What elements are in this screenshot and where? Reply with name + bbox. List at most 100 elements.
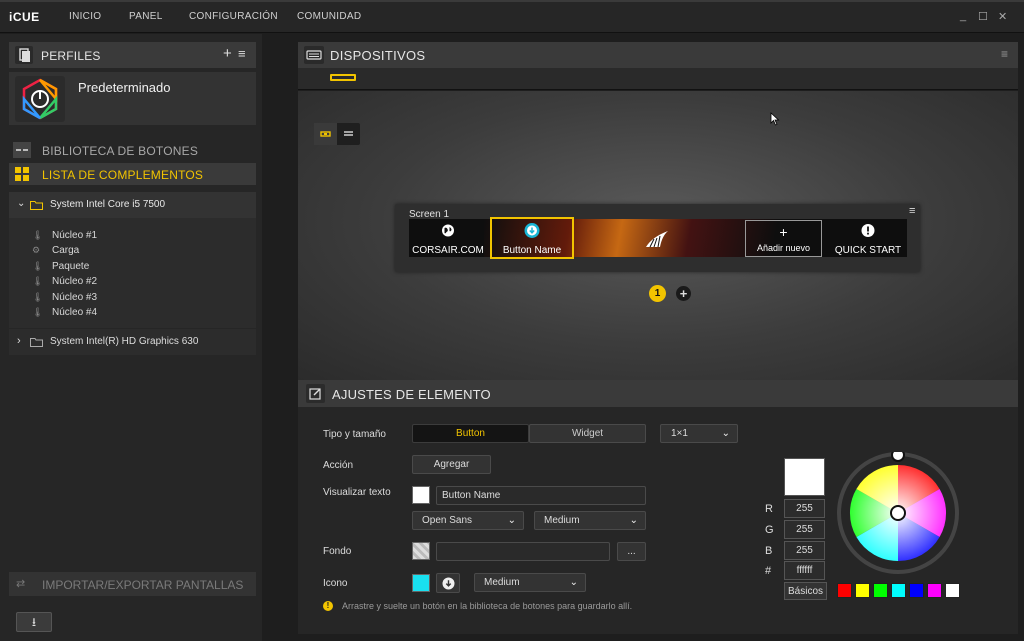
thermometer-icon: 🌡 xyxy=(32,292,44,302)
download-button[interactable]: ⭳ xyxy=(16,612,52,632)
icon-picker-button[interactable] xyxy=(436,573,460,593)
view-device-button[interactable] xyxy=(314,123,337,145)
add-action-button[interactable]: Agregar xyxy=(412,455,491,474)
slot-label: Button Name xyxy=(502,245,562,256)
plus-icon: + xyxy=(779,224,788,240)
corsair-logo-icon xyxy=(644,227,672,252)
screen-menu-icon[interactable]: ≡ xyxy=(909,205,915,217)
title-bar: iCUE INICIO PANEL CONFIGURACIÓN COMUNIDA… xyxy=(0,0,1024,33)
profiles-menu-icon[interactable]: ≡ xyxy=(238,46,246,61)
sensor-item[interactable]: Núcleo #2 xyxy=(52,276,97,287)
info-icon xyxy=(861,224,875,237)
preset-blue[interactable] xyxy=(909,583,924,598)
plugins-label: LISTA DE COMPLEMENTOS xyxy=(42,168,204,182)
profiles-title: PERFILES xyxy=(41,49,101,63)
download-circle-icon xyxy=(524,223,540,238)
device-thumbnail[interactable] xyxy=(330,74,356,81)
background-path-input[interactable] xyxy=(436,542,610,561)
gear-icon: ⚙ xyxy=(32,245,41,255)
g-label: G xyxy=(765,524,774,536)
preset-green[interactable] xyxy=(873,583,888,598)
b-label: B xyxy=(765,545,773,557)
preset-red[interactable] xyxy=(837,583,852,598)
profile-item[interactable]: Predeterminado xyxy=(9,72,256,125)
weight-select[interactable]: Medium ⌄ xyxy=(534,511,646,530)
icue-profile-icon xyxy=(15,76,65,122)
type-size-label: Tipo y tamaño xyxy=(323,429,386,440)
close-icon[interactable]: ✕ xyxy=(998,10,1007,23)
profile-name: Predeterminado xyxy=(78,80,171,95)
chevron-right-icon[interactable]: › xyxy=(17,335,21,347)
tree-group-gpu[interactable]: › System Intel(R) HD Graphics 630 xyxy=(9,329,256,355)
chevron-down-icon: ⌄ xyxy=(569,577,578,588)
view-list-button[interactable] xyxy=(337,123,360,145)
maximize-icon[interactable]: ☐ xyxy=(978,10,988,23)
slot-corsair-com[interactable]: CORSAIR.COM xyxy=(409,219,487,257)
devices-menu-icon[interactable]: ≡ xyxy=(1001,47,1008,61)
chevron-down-icon[interactable]: ⌄ xyxy=(17,198,25,209)
slot-quick-start[interactable]: QUICK START xyxy=(829,219,907,257)
element-settings-header: AJUSTES DE ELEMENTO xyxy=(298,380,1018,407)
color-wheel[interactable] xyxy=(837,448,959,574)
plugins-grid-icon xyxy=(13,165,31,183)
chevron-down-icon: ⌄ xyxy=(507,515,516,526)
page-1-button[interactable]: 1 xyxy=(649,285,666,302)
plugins-row[interactable]: LISTA DE COMPLEMENTOS xyxy=(9,163,256,185)
action-label: Acción xyxy=(323,460,354,471)
font-select[interactable]: Open Sans ⌄ xyxy=(412,511,524,530)
sensor-item[interactable]: Paquete xyxy=(52,261,89,272)
icon-size-select[interactable]: Medium ⌄ xyxy=(474,573,586,592)
button-library-row[interactable]: BIBLIOTECA DE BOTONES xyxy=(9,139,256,161)
type-widget-tab[interactable]: Widget xyxy=(529,424,646,443)
b-input[interactable]: 255 xyxy=(784,541,825,560)
preset-white[interactable] xyxy=(945,583,960,598)
minimize-icon[interactable]: _ xyxy=(960,10,966,22)
size-value: 1×1 xyxy=(671,428,688,439)
r-input[interactable]: 255 xyxy=(784,499,825,518)
thermometer-icon: 🌡 xyxy=(32,276,44,286)
background-label: Fondo xyxy=(323,546,352,557)
add-new-slot[interactable]: + Añadir nuevo xyxy=(745,220,822,257)
chevron-down-icon: ⌄ xyxy=(629,515,638,526)
edit-icon xyxy=(306,384,325,403)
nav-comunidad[interactable]: COMUNIDAD xyxy=(297,11,361,22)
add-page-button[interactable]: + xyxy=(676,286,691,301)
g-input[interactable]: 255 xyxy=(784,520,825,539)
basics-button[interactable]: Básicos xyxy=(784,582,827,600)
devices-header: DISPOSITIVOS ≡ xyxy=(298,42,1018,68)
sensor-item[interactable]: Núcleo #4 xyxy=(52,307,97,318)
nav-configuracion[interactable]: CONFIGURACIÓN xyxy=(189,11,278,22)
icon-size-value: Medium xyxy=(484,577,520,588)
tree-group-cpu[interactable]: ⌄ System Intel Core i5 7500 xyxy=(9,192,256,218)
add-profile-button[interactable]: + xyxy=(223,45,232,62)
app-logo: iCUE xyxy=(9,10,40,24)
slot-corsair-logo[interactable] xyxy=(628,219,686,257)
sensor-item[interactable]: Núcleo #3 xyxy=(52,292,97,303)
size-select[interactable]: 1×1 ⌄ xyxy=(660,424,738,443)
sensor-item[interactable]: Núcleo #1 xyxy=(52,230,97,241)
hex-input[interactable]: ffffff xyxy=(784,561,825,580)
display-text-input[interactable]: Button Name xyxy=(436,486,646,505)
mouse-cursor-icon xyxy=(770,112,780,129)
text-color-swatch[interactable] xyxy=(412,486,430,504)
display-text-value: Button Name xyxy=(442,490,501,501)
hex-label: # xyxy=(765,565,772,577)
import-export-row[interactable]: ⇄ IMPORTAR/EXPORTAR PANTALLAS xyxy=(9,572,256,596)
keyboard-icon xyxy=(304,46,324,64)
background-swatch[interactable] xyxy=(412,542,430,560)
display-text-label: Visualizar texto xyxy=(323,487,391,498)
preset-cyan[interactable] xyxy=(891,583,906,598)
preset-yellow[interactable] xyxy=(855,583,870,598)
thermometer-icon: 🌡 xyxy=(32,261,44,271)
library-icon xyxy=(13,142,31,158)
sensor-item[interactable]: Carga xyxy=(52,245,79,256)
nav-panel[interactable]: PANEL xyxy=(129,11,163,22)
icon-color-swatch[interactable] xyxy=(412,574,430,592)
slot-button-name[interactable]: Button Name xyxy=(490,217,574,259)
folder-icon xyxy=(30,337,43,350)
preset-magenta[interactable] xyxy=(927,583,942,598)
type-button-tab[interactable]: Button xyxy=(412,424,529,443)
browse-button[interactable]: ... xyxy=(617,542,646,561)
nav-inicio[interactable]: INICIO xyxy=(69,11,101,22)
weight-value: Medium xyxy=(544,515,580,526)
